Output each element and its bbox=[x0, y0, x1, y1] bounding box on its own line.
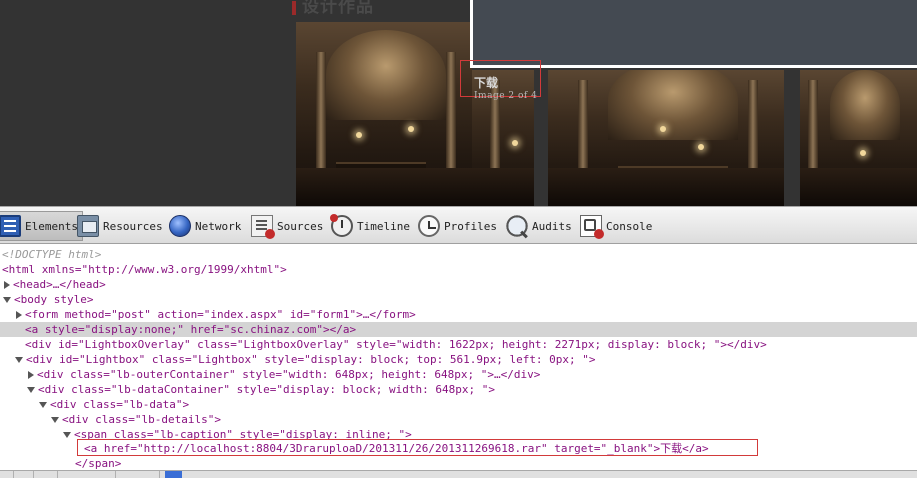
expand-triangle-icon[interactable] bbox=[28, 371, 34, 379]
profiles-icon bbox=[418, 215, 440, 237]
collapse-triangle-icon[interactable] bbox=[15, 357, 23, 363]
tree-node-form[interactable]: <form method="post" action="index.aspx" … bbox=[0, 307, 917, 322]
thumb-floor bbox=[800, 168, 917, 206]
tree-node-doctype[interactable]: <!DOCTYPE html> bbox=[0, 247, 917, 262]
tab-profiles[interactable]: Profiles bbox=[418, 211, 497, 241]
tab-label: Sources bbox=[277, 219, 324, 233]
node-text: <a style="display:none;" href="sc.chinaz… bbox=[25, 323, 357, 336]
node-text: <div id="LightboxOverlay" class="Lightbo… bbox=[25, 338, 767, 351]
expand-triangle-icon[interactable] bbox=[16, 311, 22, 319]
devtools-toolbar: Elements Resources Network Sources Timel… bbox=[0, 206, 917, 244]
dock-button[interactable] bbox=[0, 471, 14, 478]
node-text: </span> bbox=[75, 457, 122, 470]
thumb-lamp bbox=[660, 126, 666, 132]
node-text: <form method="post" action="index.aspx" … bbox=[25, 308, 416, 321]
thumb-arch bbox=[608, 70, 738, 140]
breadcrumb-body[interactable] bbox=[120, 471, 160, 478]
collapse-triangle-icon[interactable] bbox=[3, 297, 11, 303]
collapse-triangle-icon[interactable] bbox=[27, 387, 35, 393]
node-text: <div class="lb-outerContainer" style="wi… bbox=[37, 368, 541, 381]
breadcrumb-selected[interactable] bbox=[165, 471, 182, 478]
gallery-thumbnail[interactable] bbox=[548, 70, 784, 206]
gallery-thumbnail[interactable] bbox=[800, 70, 917, 206]
node-text: <div class="lb-details"> bbox=[62, 413, 221, 426]
tree-node-outer-container[interactable]: <div class="lb-outerContainer" style="wi… bbox=[0, 367, 917, 382]
thumb-arch bbox=[326, 30, 446, 120]
devtools-panel: Elements Resources Network Sources Timel… bbox=[0, 206, 917, 478]
tree-node-html[interactable]: <html xmlns="http://www.w3.org/1999/xhtm… bbox=[0, 262, 917, 277]
tree-node-lightbox[interactable]: <div id="Lightbox" class="Lightbox" styl… bbox=[0, 352, 917, 367]
tab-timeline[interactable]: Timeline bbox=[330, 211, 410, 241]
tab-label: Elements bbox=[25, 219, 78, 233]
tab-label: Network bbox=[195, 219, 242, 233]
tree-node-head[interactable]: <head>…</head> bbox=[0, 277, 917, 292]
node-text: <body style> bbox=[14, 293, 94, 306]
node-text: <html xmlns="http://www.w3.org/1999/xhtm… bbox=[2, 263, 287, 276]
tab-resources[interactable]: Resources bbox=[77, 211, 163, 241]
dom-tree: <!DOCTYPE html> <html xmlns="http://www.… bbox=[0, 244, 917, 470]
tree-node-lb-details[interactable]: <div class="lb-details"> bbox=[0, 412, 917, 427]
thumb-lamp bbox=[860, 150, 866, 156]
thumb-lamp bbox=[698, 144, 704, 150]
node-text: <div class="lb-dataContainer" style="dis… bbox=[38, 383, 495, 396]
node-text: <head>…</head> bbox=[13, 278, 106, 291]
lightbox-image-count: Image 2 of 4 bbox=[474, 91, 538, 101]
tab-label: Audits bbox=[532, 219, 572, 233]
thumb-lamp bbox=[512, 140, 518, 146]
tree-node-overlay[interactable]: <div id="LightboxOverlay" class="Lightbo… bbox=[0, 337, 917, 352]
devtools-status-bar bbox=[0, 470, 917, 478]
lightbox-download-link[interactable]: 下载 bbox=[474, 74, 498, 91]
lightbox-panel bbox=[470, 0, 917, 68]
tab-label: Timeline bbox=[357, 219, 410, 233]
tree-node-lb-data[interactable]: <div class="lb-data"> bbox=[0, 397, 917, 412]
tree-node-span-close[interactable]: </span> bbox=[0, 456, 917, 471]
sources-icon bbox=[251, 215, 275, 239]
console-toggle-button[interactable] bbox=[20, 471, 34, 478]
tab-elements[interactable]: Elements bbox=[0, 211, 83, 241]
node-text: <div id="Lightbox" class="Lightbox" styl… bbox=[26, 353, 596, 366]
thumb-column bbox=[316, 52, 326, 172]
thumb-column bbox=[446, 52, 456, 172]
breadcrumb-html[interactable] bbox=[80, 471, 116, 478]
tab-sources[interactable]: Sources bbox=[251, 211, 323, 241]
thumb-arch bbox=[830, 70, 900, 140]
thumb-floor bbox=[472, 168, 534, 206]
thumb-lamp bbox=[408, 126, 414, 132]
tree-node-anchor-selected[interactable]: <a style="display:none;" href="sc.chinaz… bbox=[0, 322, 917, 337]
search-button[interactable] bbox=[44, 471, 58, 478]
node-text: <div class="lb-data"> bbox=[50, 398, 190, 411]
tab-label: Resources bbox=[103, 219, 163, 233]
tree-node-body[interactable]: <body style> bbox=[0, 292, 917, 307]
audits-icon bbox=[506, 215, 528, 237]
page-heading: 设计作品 bbox=[292, 0, 374, 17]
console-icon bbox=[580, 215, 604, 239]
tab-network[interactable]: Network bbox=[169, 211, 241, 241]
tab-label: Profiles bbox=[444, 219, 497, 233]
tab-console[interactable]: Console bbox=[580, 211, 652, 241]
resources-icon bbox=[77, 215, 99, 237]
elements-icon bbox=[0, 215, 21, 237]
timeline-icon bbox=[330, 214, 353, 237]
tab-label: Console bbox=[606, 219, 653, 233]
collapse-triangle-icon[interactable] bbox=[51, 417, 59, 423]
expand-triangle-icon[interactable] bbox=[4, 281, 10, 289]
tab-audits[interactable]: Audits bbox=[506, 211, 572, 241]
node-text: <!DOCTYPE html> bbox=[2, 248, 102, 261]
heading-accent-bar bbox=[292, 0, 296, 15]
thumb-lamp bbox=[356, 132, 362, 138]
collapse-triangle-icon[interactable] bbox=[39, 402, 47, 408]
page-heading-text: 设计作品 bbox=[302, 0, 374, 17]
thumb-floor bbox=[548, 168, 784, 206]
page-preview: 设计作品 下载 Image 2 of 4 bbox=[0, 0, 917, 206]
collapse-triangle-icon[interactable] bbox=[63, 432, 71, 438]
gallery-thumbnail[interactable] bbox=[296, 22, 472, 206]
download-link-highlight-box bbox=[77, 439, 758, 456]
network-icon bbox=[169, 215, 191, 237]
tree-node-data-container[interactable]: <div class="lb-dataContainer" style="dis… bbox=[0, 382, 917, 397]
thumb-floor bbox=[296, 168, 472, 206]
